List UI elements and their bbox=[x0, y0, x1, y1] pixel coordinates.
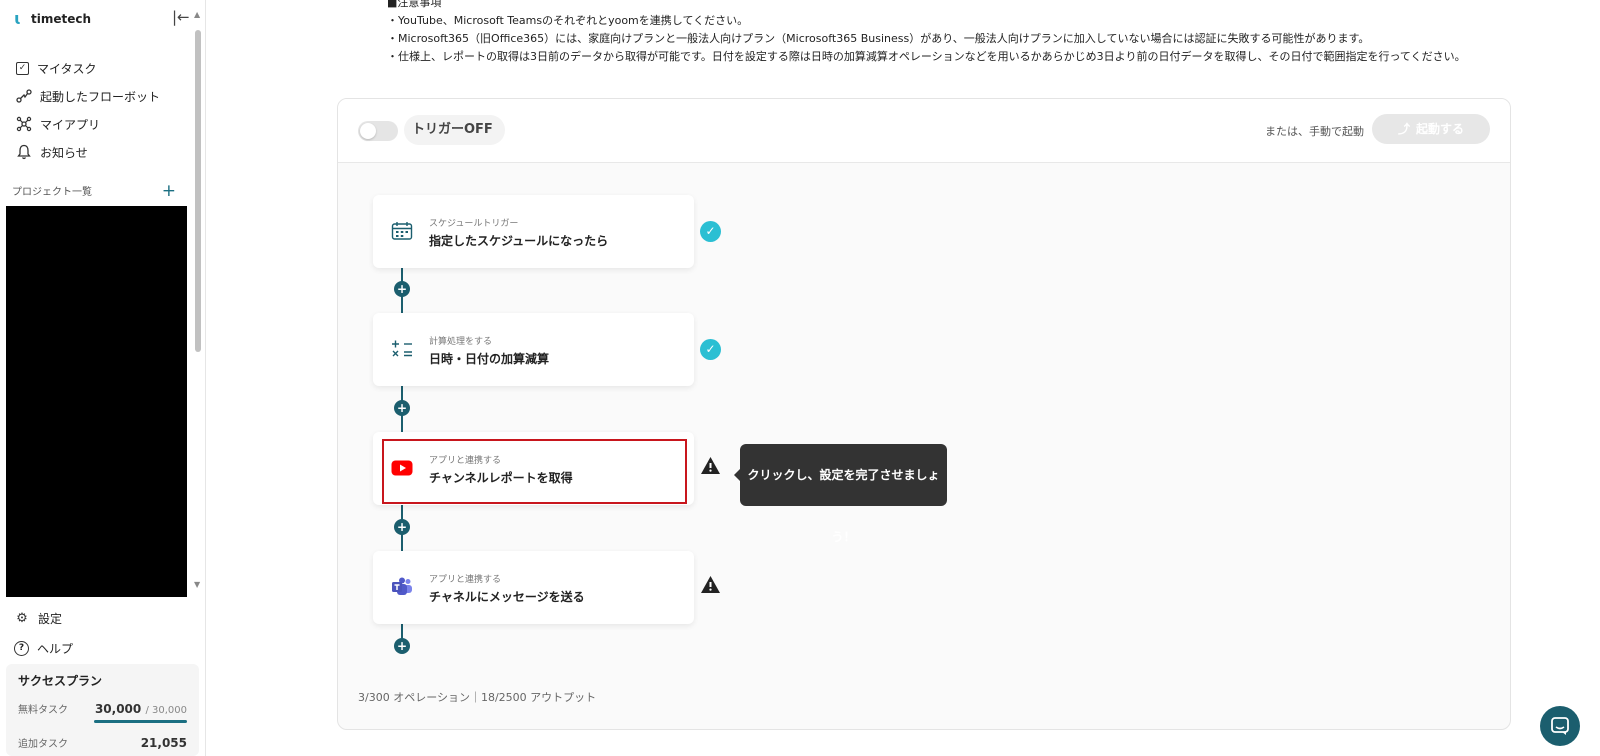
scroll-down-arrow-icon[interactable]: ▼ bbox=[194, 580, 200, 589]
sidebar: ɩ timetech |← ▲ ▼ ✓ マイタスク 起動したフローボット マイア… bbox=[0, 0, 206, 756]
extra-tasks-row: 追加タスク 21,055 bbox=[18, 735, 187, 750]
sidebar-item-help[interactable]: ? ヘルプ bbox=[14, 633, 73, 663]
brand[interactable]: ɩ timetech bbox=[14, 9, 91, 29]
sidebar-scrollbar[interactable]: ▲ ▼ bbox=[193, 8, 203, 593]
scroll-up-arrow-icon[interactable]: ▲ bbox=[194, 10, 200, 19]
sidebar-item-notifications[interactable]: お知らせ bbox=[16, 138, 160, 166]
microsoft-teams-icon bbox=[391, 577, 413, 597]
extra-tasks-label: 追加タスク bbox=[18, 739, 68, 750]
step-subtitle: アプリと連携する bbox=[429, 575, 502, 585]
calendar-schedule-icon bbox=[391, 221, 413, 241]
manual-start-label: または、手動で起動 bbox=[1265, 125, 1364, 138]
flow-connector bbox=[401, 414, 403, 432]
flow-step-youtube-channel-report[interactable]: アプリと連携する チャンネルレポートを取得 bbox=[373, 432, 694, 505]
sidebar-item-my-tasks[interactable]: ✓ マイタスク bbox=[16, 54, 160, 82]
step-subtitle: スケジュールトリガー bbox=[429, 219, 519, 229]
sidebar-item-label: お知らせ bbox=[40, 145, 88, 160]
flow-icon bbox=[16, 88, 32, 104]
sidebar-item-settings[interactable]: ⚙ 設定 bbox=[14, 603, 73, 633]
free-tasks-label: 無料タスク bbox=[18, 705, 68, 716]
note-line: ・YouTube、Microsoft Teamsのそれぞれとyoomを連携してく… bbox=[387, 14, 749, 27]
app-root: ɩ timetech |← ▲ ▼ ✓ マイタスク 起動したフローボット マイア… bbox=[0, 0, 1600, 756]
step-title: チャンネルレポートを取得 bbox=[429, 471, 573, 485]
scroll-thumb[interactable] bbox=[195, 30, 201, 352]
free-tasks-value: 30,000 / 30,000 bbox=[95, 702, 187, 716]
flow-step-teams-send-message[interactable]: アプリと連携する チャネルにメッセージを送る bbox=[373, 551, 694, 624]
sidebar-item-running-flowbots[interactable]: 起動したフローボット bbox=[16, 82, 160, 110]
sidebar-bottom-nav: ⚙ 設定 ? ヘルプ bbox=[14, 603, 73, 663]
apps-network-icon bbox=[16, 116, 32, 132]
free-tasks-used: 30,000 bbox=[94, 702, 142, 716]
trigger-toggle-knob bbox=[360, 123, 376, 139]
chat-support-button[interactable] bbox=[1540, 706, 1580, 746]
step-warning-icon bbox=[700, 456, 721, 477]
notes-heading: ■注意事項 bbox=[387, 0, 442, 9]
sidebar-item-my-apps[interactable]: マイアプリ bbox=[16, 110, 160, 138]
note-line: ・仕様上、レポートの取得は3日前のデータから取得が可能です。日付を設定する際は日… bbox=[387, 50, 1466, 63]
step-subtitle: 計算処理をする bbox=[429, 337, 493, 347]
add-step-button[interactable]: + bbox=[394, 638, 410, 654]
step-title: チャネルにメッセージを送る bbox=[429, 590, 585, 604]
flow-connector bbox=[401, 295, 403, 313]
sidebar-item-label: マイタスク bbox=[37, 61, 97, 76]
flow-step-schedule-trigger[interactable]: スケジュールトリガー 指定したスケジュールになったら bbox=[373, 195, 694, 268]
plan-box: サクセスプラン 無料タスク 30,000 / 30,000 追加タスク 21,0… bbox=[6, 664, 199, 756]
gear-icon: ⚙ bbox=[16, 610, 28, 626]
flow-step-date-calculation[interactable]: 計算処理をする 日時・日付の加算減算 bbox=[373, 313, 694, 386]
notes: ■注意事項 ・YouTube、Microsoft Teamsのそれぞれとyoom… bbox=[387, 0, 1587, 66]
youtube-icon bbox=[391, 458, 413, 478]
start-button-label: 起動する bbox=[1416, 122, 1465, 136]
free-tasks-row: 無料タスク 30,000 / 30,000 bbox=[18, 701, 187, 716]
trigger-toggle[interactable] bbox=[358, 121, 398, 141]
sidebar-nav: ✓ マイタスク 起動したフローボット マイアプリ お知らせ bbox=[16, 54, 160, 166]
extra-tasks-value: 21,055 bbox=[140, 736, 187, 750]
flow-icon: ⤴ bbox=[1397, 122, 1410, 136]
trigger-status-label: トリガーOFF bbox=[404, 115, 505, 145]
plan-title: サクセスプラン bbox=[18, 674, 103, 688]
sidebar-item-label: マイアプリ bbox=[40, 117, 101, 132]
add-project-button[interactable]: + bbox=[162, 182, 176, 199]
flow-panel: トリガーOFF または、手動で起動 ⤴ 起動する + + + + スケジュールトリ… bbox=[337, 98, 1511, 730]
step-complete-check-icon: ✓ bbox=[700, 339, 721, 360]
projects-header: プロジェクト一覧 + bbox=[12, 182, 176, 199]
flow-panel-header: トリガーOFF または、手動で起動 ⤴ 起動する bbox=[338, 99, 1510, 163]
step-subtitle: アプリと連携する bbox=[429, 456, 502, 466]
help-icon: ? bbox=[14, 640, 29, 656]
start-button[interactable]: ⤴ 起動する bbox=[1372, 114, 1490, 144]
note-line: ・Microsoft365（旧Office365）には、家庭向けプランと一般法人… bbox=[387, 32, 1370, 45]
chat-bubble-icon bbox=[1551, 717, 1569, 735]
usage-stats: 3/300 オペレーション｜18/2500 アウトプット bbox=[358, 691, 597, 704]
projects-list-redacted bbox=[6, 206, 187, 597]
projects-label: プロジェクト一覧 bbox=[12, 187, 92, 198]
setup-tooltip: クリックし、設定を完了させましょう！ bbox=[734, 444, 947, 544]
checkbox-icon: ✓ bbox=[16, 61, 29, 75]
bell-icon bbox=[16, 144, 32, 160]
step-title: 指定したスケジュールになったら bbox=[429, 234, 609, 248]
free-tasks-progress-bar bbox=[94, 720, 187, 723]
sidebar-item-label: ヘルプ bbox=[37, 641, 74, 656]
collapse-sidebar-icon[interactable]: |← bbox=[172, 8, 190, 26]
free-tasks-max: / 30,000 bbox=[145, 705, 187, 716]
brand-name: timetech bbox=[31, 12, 92, 26]
step-warning-icon bbox=[700, 575, 721, 596]
sidebar-item-label: 起動したフローボット bbox=[40, 89, 161, 104]
sidebar-item-label: 設定 bbox=[38, 611, 63, 626]
timetech-logo-icon: ɩ bbox=[14, 9, 22, 28]
flow-connector bbox=[401, 533, 403, 551]
step-complete-check-icon: ✓ bbox=[700, 221, 721, 242]
calculator-operators-icon bbox=[391, 339, 413, 359]
step-title: 日時・日付の加算減算 bbox=[429, 352, 550, 366]
